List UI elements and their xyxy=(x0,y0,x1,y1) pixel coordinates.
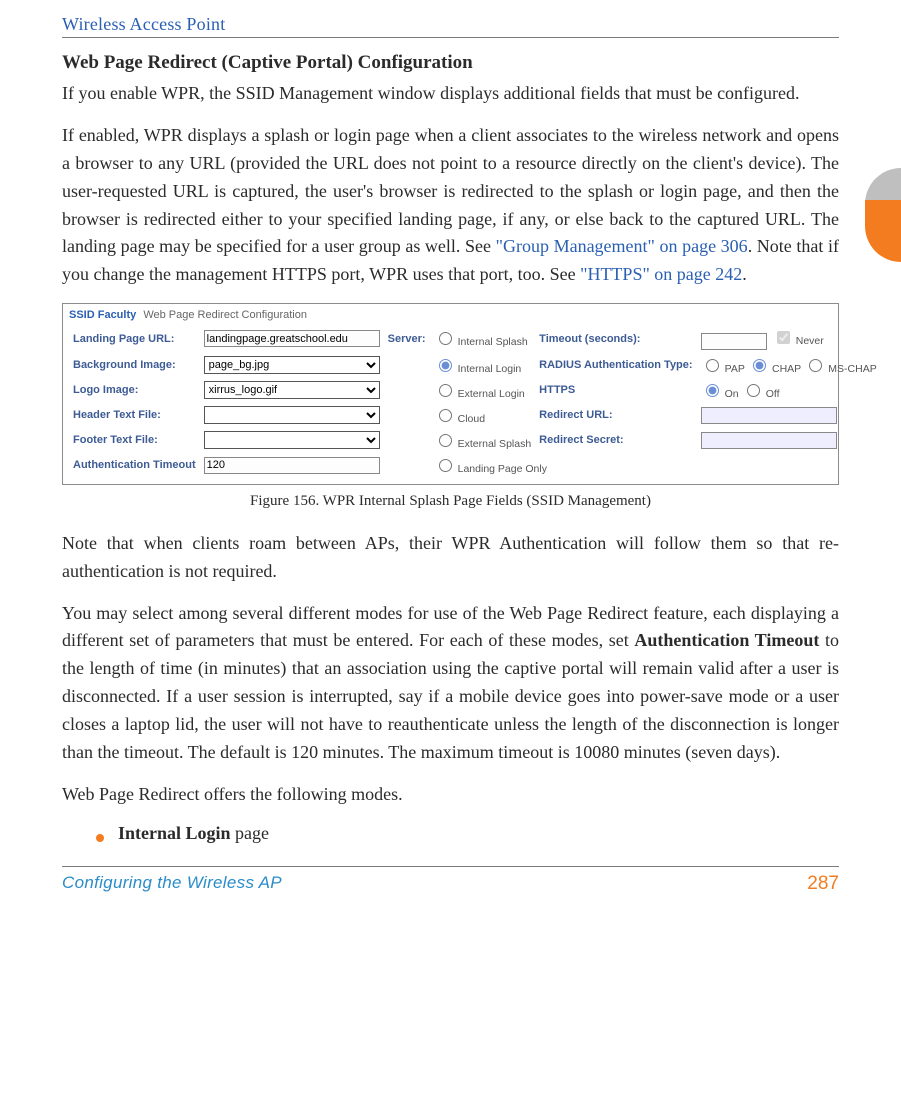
xref-https[interactable]: "HTTPS" on page 242 xyxy=(580,264,742,284)
paragraph-roam: Note that when clients roam between APs,… xyxy=(62,530,839,586)
footer-section: Configuring the Wireless AP xyxy=(62,873,282,895)
figure-breadcrumb: SSID Faculty Web Page Redirect Configura… xyxy=(69,308,832,325)
label-server: Server: xyxy=(384,325,430,353)
radio-internal-login[interactable] xyxy=(439,359,452,372)
term-auth-timeout: Authentication Timeout xyxy=(634,630,819,650)
select-logo[interactable]: xirrus_logo.gif xyxy=(204,381,380,399)
checkbox-never xyxy=(777,331,790,344)
label-rauth: RADIUS Authentication Type: xyxy=(535,353,696,378)
label-auth-timeout: Authentication Timeout xyxy=(69,453,200,478)
paragraph-text: . xyxy=(742,264,747,284)
figure-caption: Figure 156. WPR Internal Splash Page Fie… xyxy=(62,493,839,510)
top-rule xyxy=(62,37,839,38)
bullet-internal-login: Internal Login page xyxy=(96,823,839,844)
side-tab-indicator xyxy=(865,168,901,264)
opt-chap: CHAP xyxy=(772,363,801,375)
running-head: Wireless Access Point xyxy=(62,14,839,35)
paragraph-intro: If you enable WPR, the SSID Management w… xyxy=(62,80,839,108)
radio-internal-splash[interactable] xyxy=(439,332,452,345)
label-timeout: Timeout (seconds): xyxy=(535,325,696,353)
radio-cloud[interactable] xyxy=(439,409,452,422)
radio-external-login[interactable] xyxy=(439,384,452,397)
label-logo: Logo Image: xyxy=(69,378,200,403)
opt-off: Off xyxy=(766,388,780,400)
opt-internal-splash: Internal Splash xyxy=(458,336,528,348)
select-background[interactable]: page_bg.jpg xyxy=(204,356,380,374)
input-redirect-secret[interactable] xyxy=(701,432,837,449)
input-timeout[interactable] xyxy=(701,333,767,350)
bullet-strong: Internal Login xyxy=(118,823,231,843)
page-footer: Configuring the Wireless AP 287 xyxy=(62,866,839,895)
label-redirect-url: Redirect URL: xyxy=(535,403,696,428)
radio-mschap[interactable] xyxy=(809,359,822,372)
label-redirect-secret: Redirect Secret: xyxy=(535,428,696,453)
label-header: Header Text File: xyxy=(69,403,200,428)
input-redirect-url[interactable] xyxy=(701,407,837,424)
label-never: Never xyxy=(796,335,824,347)
opt-cloud: Cloud xyxy=(458,413,485,425)
label-footer: Footer Text File: xyxy=(69,428,200,453)
opt-mschap: MS-CHAP xyxy=(828,363,876,375)
opt-pap: PAP xyxy=(725,363,745,375)
paragraph-modes-lead: Web Page Redirect offers the following m… xyxy=(62,781,839,809)
radio-pap[interactable] xyxy=(706,359,719,372)
label-landing-url: Landing Page URL: xyxy=(69,325,200,353)
radio-chap[interactable] xyxy=(753,359,766,372)
paragraph-modes: You may select among several different m… xyxy=(62,600,839,767)
opt-internal-login: Internal Login xyxy=(458,363,522,375)
bullet-icon xyxy=(96,834,104,842)
opt-landing-only: Landing Page Only xyxy=(458,463,547,475)
figure-wpr-config: SSID Faculty Web Page Redirect Configura… xyxy=(62,303,839,485)
paragraph-description: If enabled, WPR displays a splash or log… xyxy=(62,122,839,289)
radio-landing-only[interactable] xyxy=(439,459,452,472)
opt-on: On xyxy=(725,388,739,400)
breadcrumb-section: Web Page Redirect Configuration xyxy=(143,309,307,321)
bullet-rest: page xyxy=(231,823,269,843)
opt-external-login: External Login xyxy=(458,388,525,400)
breadcrumb-ssid: SSID Faculty xyxy=(69,309,136,321)
bullet-text: Internal Login page xyxy=(118,823,269,844)
select-footer[interactable] xyxy=(204,431,380,449)
section-heading: Web Page Redirect (Captive Portal) Confi… xyxy=(62,52,839,74)
footer-page-number: 287 xyxy=(807,873,839,895)
input-landing-url[interactable] xyxy=(204,330,380,347)
opt-external-splash: External Splash xyxy=(458,438,532,450)
figure-grid: Landing Page URL: Server: Internal Splas… xyxy=(69,325,881,478)
xref-group-management[interactable]: "Group Management" on page 306 xyxy=(496,236,748,256)
label-background: Background Image: xyxy=(69,353,200,378)
radio-external-splash[interactable] xyxy=(439,434,452,447)
label-https: HTTPS xyxy=(535,378,696,403)
radio-https-on[interactable] xyxy=(706,384,719,397)
radio-https-off[interactable] xyxy=(747,384,760,397)
select-header[interactable] xyxy=(204,406,380,424)
input-auth-timeout[interactable] xyxy=(204,457,380,474)
